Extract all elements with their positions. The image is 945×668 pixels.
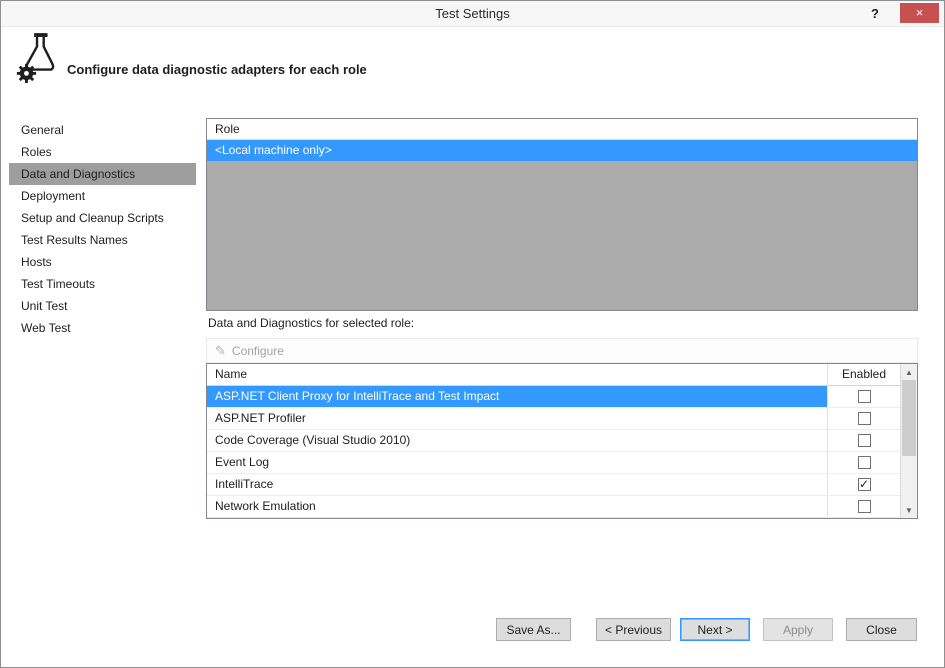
column-header-enabled[interactable]: Enabled [828,364,900,385]
column-header-name[interactable]: Name [207,364,828,385]
main-panel: Role <Local machine only> Data and Diagn… [206,111,918,667]
footer-buttons: Save As... < Previous Next > Apply Close [496,618,917,641]
close-icon: × [915,5,924,20]
checkbox[interactable]: ✓ [857,500,871,513]
row-name[interactable]: Network Emulation [207,496,828,517]
sidebar-item-setup-and-cleanup-scripts[interactable]: Setup and Cleanup Scripts [9,207,196,229]
scrollbar-thumb[interactable] [902,380,916,456]
sidebar-item-deployment[interactable]: Deployment [9,185,196,207]
checkbox[interactable]: ✓ [857,456,871,469]
check-icon: ✓ [858,477,870,491]
row-name[interactable]: Code Coverage (Visual Studio 2010) [207,430,828,451]
help-button[interactable]: ? [864,1,886,26]
scroll-down-icon[interactable]: ▼ [901,502,917,518]
window-title: Test Settings [435,6,510,21]
diagnostics-label: Data and Diagnostics for selected role: [208,316,415,330]
configure-button[interactable]: ✎ Configure [207,340,294,361]
enabled-cell: ✓ [828,408,900,429]
sidebar-item-hosts[interactable]: Hosts [9,251,196,273]
vertical-scrollbar[interactable]: ▲ ▼ [900,364,917,518]
save-as-button[interactable]: Save As... [496,618,571,641]
sidebar-item-test-timeouts[interactable]: Test Timeouts [9,273,196,295]
table-row[interactable]: Network Emulation ✓ [207,496,900,518]
table-row[interactable]: Event Log ✓ [207,452,900,474]
scrollbar-track[interactable] [901,456,917,502]
dialog-header: Configure data diagnostic adapters for e… [1,27,944,111]
table-row[interactable]: ASP.NET Client Proxy for IntelliTrace an… [207,386,900,408]
checkbox[interactable]: ✓ [857,477,871,491]
dialog-description: Configure data diagnostic adapters for e… [67,61,367,77]
pencil-icon: ✎ [215,342,226,358]
apply-button[interactable]: Apply [763,618,833,641]
enabled-cell: ✓ [828,496,900,517]
checkbox[interactable]: ✓ [857,434,871,447]
row-name[interactable]: ASP.NET Client Proxy for IntelliTrace an… [207,386,828,407]
row-name[interactable]: Event Log [207,452,828,473]
row-name[interactable]: IntelliTrace [207,474,828,495]
configure-label: Configure [231,343,284,358]
scroll-up-icon[interactable]: ▲ [901,364,917,380]
next-button[interactable]: Next > [680,618,750,641]
diagnostics-toolbar: ✎ Configure [206,338,918,363]
table-row[interactable]: ASP.NET Profiler ✓ [207,408,900,430]
test-settings-dialog: Test Settings ? × Configure data diagnos… [0,0,945,668]
sidebar-item-test-results-names[interactable]: Test Results Names [9,229,196,251]
role-row-local-machine[interactable]: <Local machine only> [207,140,917,161]
role-list: Role <Local machine only> [206,118,918,311]
row-name[interactable]: ASP.NET Profiler [207,408,828,429]
table-header-row: Name Enabled [207,364,900,386]
sidebar-item-general[interactable]: General [9,119,196,141]
sidebar-item-roles[interactable]: Roles [9,141,196,163]
sidebar-item-web-test[interactable]: Web Test [9,317,196,339]
checkbox[interactable]: ✓ [857,412,871,425]
sidebar-item-data-and-diagnostics[interactable]: Data and Diagnostics [9,163,196,185]
title-bar: Test Settings ? × [1,1,944,27]
table-row[interactable]: IntelliTrace ✓ [207,474,900,496]
sidebar-item-unit-test[interactable]: Unit Test [9,295,196,317]
enabled-cell: ✓ [828,474,900,495]
enabled-cell: ✓ [828,452,900,473]
flask-gear-icon [14,33,60,88]
previous-button[interactable]: < Previous [596,618,671,641]
diagnostics-table-body: Name Enabled ASP.NET Client Proxy for In… [207,364,900,518]
checkbox[interactable]: ✓ [857,390,871,403]
enabled-cell: ✓ [828,430,900,451]
close-dialog-button[interactable]: Close [846,618,917,641]
enabled-cell: ✓ [828,386,900,407]
close-button[interactable]: × [900,3,939,23]
settings-sidebar: General Roles Data and Diagnostics Deplo… [1,111,198,667]
diagnostics-table: Name Enabled ASP.NET Client Proxy for In… [206,363,918,519]
role-column-header: Role [207,119,917,140]
table-row[interactable]: Code Coverage (Visual Studio 2010) ✓ [207,430,900,452]
